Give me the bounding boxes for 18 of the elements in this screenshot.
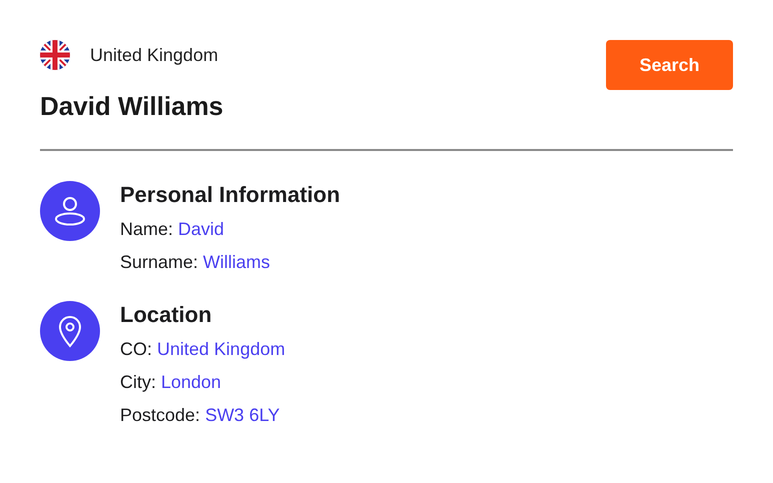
field-value: Williams — [203, 252, 270, 272]
field-label: Surname: — [120, 252, 198, 272]
map-pin-icon — [40, 301, 100, 361]
flag-icon — [40, 40, 70, 70]
field-value: United Kingdom — [157, 339, 286, 359]
field-label: Name: — [120, 219, 174, 239]
section-title: Location — [120, 301, 213, 329]
country-name: United Kingdom — [90, 44, 218, 66]
field-label: Postcode: — [120, 405, 200, 425]
person-name: David Williams — [40, 91, 224, 122]
user-icon — [40, 181, 100, 241]
field-value: London — [161, 372, 222, 392]
field-value: SW3 6LY — [205, 405, 280, 425]
section-title: Personal Information — [120, 181, 340, 209]
field-label: City: — [120, 372, 156, 392]
field-label: CO: — [120, 339, 152, 359]
search-button[interactable]: Search — [606, 40, 733, 90]
field-value: David — [178, 219, 224, 239]
